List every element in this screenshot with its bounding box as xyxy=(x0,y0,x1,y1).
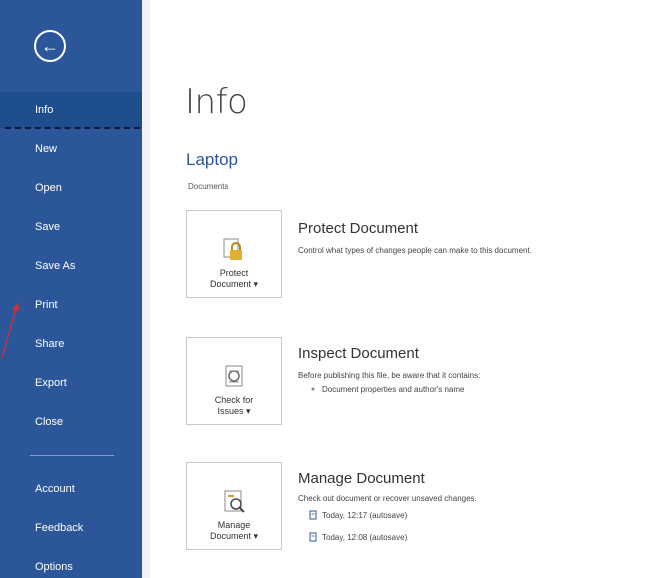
page-title: Info xyxy=(185,82,248,122)
content-margin xyxy=(142,0,150,578)
sidebar-item-save[interactable]: Save xyxy=(0,209,142,245)
manage-document-title: Manage Document xyxy=(298,470,425,487)
inspect-bullet-text: Document properties and author's name xyxy=(322,384,465,394)
check-for-issues-label: Check for Issues ▾ xyxy=(214,395,254,416)
sidebar-item-close[interactable]: Close xyxy=(0,404,142,440)
sidebar-item-label: Export xyxy=(35,377,67,389)
sidebar-item-label: Open xyxy=(35,182,62,194)
sidebar-item-export[interactable]: Export xyxy=(0,365,142,401)
protect-document-label: Protect Document ▾ xyxy=(209,268,259,289)
protect-document-description: Control what types of changes people can… xyxy=(298,246,532,255)
manage-document-label: Manage Document ▾ xyxy=(209,520,259,541)
sidebar-item-label: Account xyxy=(35,483,75,495)
backstage-sidebar: ← Info New Open Save Save As Print Share… xyxy=(0,0,142,578)
sidebar-item-print[interactable]: Print xyxy=(0,287,142,323)
bullet-icon xyxy=(311,387,315,391)
back-arrow-icon[interactable]: ← xyxy=(34,30,66,62)
protect-document-title: Protect Document xyxy=(298,220,419,237)
lock-icon xyxy=(223,238,242,261)
sidebar-item-label: Info xyxy=(35,104,54,116)
sidebar-item-info[interactable]: Info xyxy=(0,92,142,128)
check-for-issues-button[interactable]: Check for Issues ▾ xyxy=(186,337,282,425)
version-text: Today, 12:08 (autosave) xyxy=(322,532,408,542)
manage-document-button[interactable]: Manage Document ▾ xyxy=(186,462,282,550)
sidebar-item-label: Print xyxy=(35,299,58,311)
sidebar-item-label: Feedback xyxy=(35,522,84,534)
sidebar-item-label: Save As xyxy=(35,260,76,272)
document-version-icon xyxy=(309,532,317,542)
protect-document-button[interactable]: Protect Document ▾ xyxy=(186,210,282,298)
annotation-arrow-icon xyxy=(1,302,19,359)
dashed-annotation-line xyxy=(5,127,140,129)
document-version-icon xyxy=(309,510,317,520)
sidebar-item-label: Share xyxy=(35,338,65,350)
sidebar-item-label: Options xyxy=(35,561,73,573)
document-path: Documents xyxy=(188,182,229,191)
sidebar-item-new[interactable]: New xyxy=(0,131,142,167)
manage-document-description: Check out document or recover unsaved ch… xyxy=(298,494,477,503)
manage-document-icon xyxy=(224,490,245,514)
inspect-document-description: Before publishing this file, be aware th… xyxy=(298,371,481,380)
sidebar-item-open[interactable]: Open xyxy=(0,170,142,206)
inspect-bullet-row: Document properties and author's name xyxy=(308,384,465,394)
sidebar-item-options[interactable]: Options xyxy=(0,549,142,578)
back-arrow-glyph: ← xyxy=(41,36,59,56)
sidebar-divider xyxy=(30,455,114,456)
version-row[interactable]: Today, 12:08 (autosave) xyxy=(308,532,407,542)
sidebar-item-account[interactable]: Account xyxy=(0,471,142,507)
version-row[interactable]: Today, 12:17 (autosave) xyxy=(308,510,407,520)
version-text: Today, 12:17 (autosave) xyxy=(322,510,408,520)
inspect-document-title: Inspect Document xyxy=(298,345,419,362)
sidebar-item-label: Close xyxy=(35,416,64,428)
document-location[interactable]: Laptop xyxy=(186,150,238,170)
sidebar-item-save-as[interactable]: Save As xyxy=(0,248,142,284)
sidebar-item-label: Save xyxy=(35,221,61,233)
sidebar-item-share[interactable]: Share xyxy=(0,326,142,362)
sidebar-item-feedback[interactable]: Feedback xyxy=(0,510,142,546)
inspect-document-icon xyxy=(225,365,243,387)
sidebar-item-label: New xyxy=(35,143,58,155)
